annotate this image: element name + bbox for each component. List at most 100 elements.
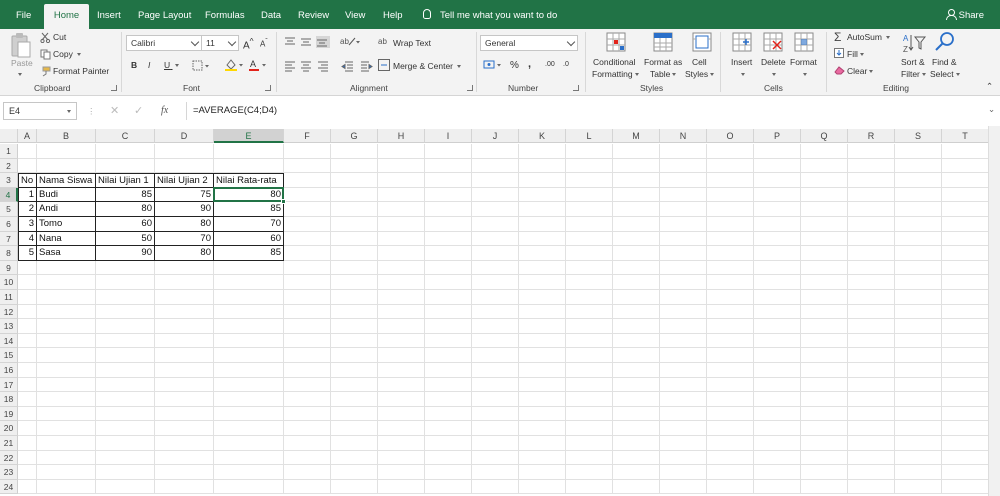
- cell-s12[interactable]: [895, 304, 942, 320]
- row-header-5[interactable]: 5: [0, 202, 18, 217]
- cell-t24[interactable]: [942, 479, 989, 495]
- cell-s17[interactable]: [895, 377, 942, 393]
- cell-k5[interactable]: [519, 202, 566, 217]
- cell-g5[interactable]: [331, 202, 378, 217]
- font-color-icon[interactable]: A: [248, 58, 268, 71]
- cell-k16[interactable]: [519, 363, 566, 378]
- cell-s23[interactable]: [895, 465, 942, 480]
- cell-f6[interactable]: [284, 217, 331, 232]
- cell-p12[interactable]: [754, 304, 801, 320]
- cell-h21[interactable]: [378, 436, 425, 451]
- cell-r22[interactable]: [848, 450, 895, 466]
- cell-n15[interactable]: [660, 348, 707, 363]
- cell-r4[interactable]: [848, 187, 895, 203]
- cell-h22[interactable]: [378, 450, 425, 466]
- tell-me-search[interactable]: Tell me what you want to do: [423, 0, 557, 29]
- cell-a1[interactable]: [18, 144, 37, 159]
- cell-c22[interactable]: [96, 450, 155, 466]
- row-header-2[interactable]: 2: [0, 158, 18, 174]
- cell-h4[interactable]: [378, 187, 425, 203]
- cell-r18[interactable]: [848, 392, 895, 407]
- cell-o8[interactable]: [707, 246, 754, 261]
- cell-s9[interactable]: [895, 260, 942, 276]
- cell-i12[interactable]: [425, 304, 472, 320]
- cell-p14[interactable]: [754, 333, 801, 349]
- cell-l12[interactable]: [566, 304, 613, 320]
- cell-i22[interactable]: [425, 450, 472, 466]
- formula-input[interactable]: =AVERAGE(C4;D4): [186, 102, 986, 120]
- cell-g1[interactable]: [331, 144, 378, 159]
- cell-h11[interactable]: [378, 290, 425, 305]
- column-header-c[interactable]: C: [96, 129, 155, 143]
- cell-b5[interactable]: Andi: [37, 202, 96, 217]
- spreadsheet-grid[interactable]: ABCDEFGHIJKLMNOPQRST 1 2 3 4 5 6 7 8 9 10 11 12 13 14…: [0, 126, 1000, 496]
- cell-q4[interactable]: [801, 187, 848, 203]
- cell-c6[interactable]: 60: [96, 217, 155, 232]
- cell-h16[interactable]: [378, 363, 425, 378]
- cell-p23[interactable]: [754, 465, 801, 480]
- cell-i6[interactable]: [425, 217, 472, 232]
- cell-p24[interactable]: [754, 479, 801, 495]
- cell-o19[interactable]: [707, 406, 754, 422]
- cell-o11[interactable]: [707, 290, 754, 305]
- cell-f14[interactable]: [284, 333, 331, 349]
- column-header-t[interactable]: T: [942, 129, 989, 143]
- cell-o13[interactable]: [707, 319, 754, 334]
- cell-l20[interactable]: [566, 421, 613, 436]
- cell-j12[interactable]: [472, 304, 519, 320]
- cell-k3[interactable]: [519, 173, 566, 188]
- cell-r15[interactable]: [848, 348, 895, 363]
- cell-g7[interactable]: [331, 231, 378, 247]
- row-header-1[interactable]: 1: [0, 144, 18, 159]
- cell-c14[interactable]: [96, 333, 155, 349]
- vertical-scrollbar[interactable]: [988, 126, 1000, 496]
- cell-q10[interactable]: [801, 275, 848, 290]
- cell-h8[interactable]: [378, 246, 425, 261]
- cell-g8[interactable]: [331, 246, 378, 261]
- cell-e13[interactable]: [214, 319, 284, 334]
- cell-k22[interactable]: [519, 450, 566, 466]
- cell-e5[interactable]: 85: [214, 202, 284, 217]
- cell-e18[interactable]: [214, 392, 284, 407]
- cell-q17[interactable]: [801, 377, 848, 393]
- cell-o3[interactable]: [707, 173, 754, 188]
- percent-button[interactable]: %: [510, 60, 519, 71]
- cell-r9[interactable]: [848, 260, 895, 276]
- cell-o12[interactable]: [707, 304, 754, 320]
- format-as-table-label-1[interactable]: Format as: [644, 57, 682, 67]
- cell-s4[interactable]: [895, 187, 942, 203]
- name-box[interactable]: E4: [3, 102, 77, 120]
- cell-l7[interactable]: [566, 231, 613, 247]
- cell-i11[interactable]: [425, 290, 472, 305]
- cell-b12[interactable]: [37, 304, 96, 320]
- cell-o18[interactable]: [707, 392, 754, 407]
- cell-q8[interactable]: [801, 246, 848, 261]
- cell-m8[interactable]: [613, 246, 660, 261]
- autosum-button[interactable]: AutoSum: [847, 32, 891, 42]
- fill-button[interactable]: Fill: [847, 49, 864, 59]
- merge-center-button[interactable]: Merge & Center: [393, 61, 462, 71]
- cell-g19[interactable]: [331, 406, 378, 422]
- row-header-16[interactable]: 16: [0, 363, 18, 378]
- cell-q18[interactable]: [801, 392, 848, 407]
- cell-f20[interactable]: [284, 421, 331, 436]
- cell-m9[interactable]: [613, 260, 660, 276]
- cell-k11[interactable]: [519, 290, 566, 305]
- row-header-11[interactable]: 11: [0, 290, 18, 305]
- cell-q6[interactable]: [801, 217, 848, 232]
- cell-k6[interactable]: [519, 217, 566, 232]
- cell-a8[interactable]: 5: [18, 246, 37, 261]
- cell-p16[interactable]: [754, 363, 801, 378]
- cell-o2[interactable]: [707, 158, 754, 174]
- cell-i23[interactable]: [425, 465, 472, 480]
- cell-s19[interactable]: [895, 406, 942, 422]
- cell-a9[interactable]: [18, 260, 37, 276]
- cell-j1[interactable]: [472, 144, 519, 159]
- row-header-4[interactable]: 4: [0, 187, 18, 203]
- cell-k13[interactable]: [519, 319, 566, 334]
- cell-a10[interactable]: [18, 275, 37, 290]
- cell-j17[interactable]: [472, 377, 519, 393]
- cell-p15[interactable]: [754, 348, 801, 363]
- cell-j9[interactable]: [472, 260, 519, 276]
- cell-d10[interactable]: [155, 275, 214, 290]
